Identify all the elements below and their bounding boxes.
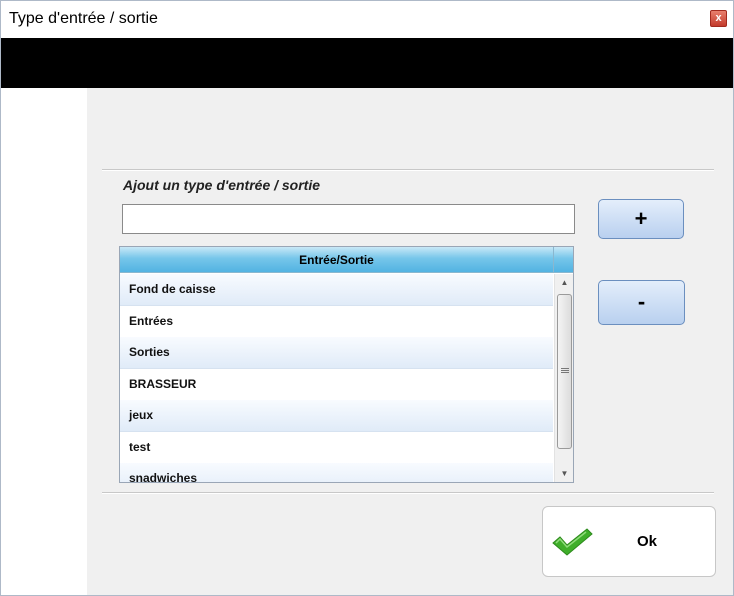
ok-button-label: Ok <box>637 533 658 550</box>
table-row[interactable]: Fond de caisse <box>120 274 553 306</box>
type-name-input[interactable] <box>122 204 575 234</box>
table-row[interactable]: test <box>120 432 553 463</box>
checkmark-icon <box>552 528 593 556</box>
window-title: Type d'entrée / sortie <box>9 10 158 27</box>
table-row[interactable]: Entrées <box>120 306 553 337</box>
table-row[interactable]: BRASSEUR <box>120 369 553 400</box>
header-divider <box>553 247 554 273</box>
table-row[interactable]: snadwiches <box>120 463 553 482</box>
bottom-divider <box>102 492 714 494</box>
vertical-scrollbar[interactable]: ▲ ▼ <box>554 274 573 482</box>
close-button[interactable]: x <box>710 10 727 27</box>
close-icon: x <box>715 12 722 24</box>
left-panel <box>1 88 87 595</box>
scroll-up-arrow-icon[interactable]: ▲ <box>555 274 573 291</box>
add-button[interactable]: + <box>598 199 684 239</box>
top-divider <box>102 169 714 171</box>
ok-button[interactable]: Ok <box>542 506 716 577</box>
column-header-entree-sortie[interactable]: Entrée/Sortie <box>120 253 553 267</box>
scrollbar-thumb[interactable] <box>557 294 572 449</box>
entry-type-table: Entrée/Sortie Fond de caisse Entrées Sor… <box>119 246 574 483</box>
dialog-window: Type d'entrée / sortie x Ajout un type d… <box>0 0 734 596</box>
remove-button[interactable]: - <box>598 280 685 325</box>
table-rows: Fond de caisse Entrées Sorties BRASSEUR … <box>120 274 553 482</box>
table-header: Entrée/Sortie <box>120 247 573 273</box>
scrollbar-grip-icon <box>561 368 569 369</box>
add-type-label: Ajout un type d'entrée / sortie <box>123 177 321 193</box>
scroll-down-arrow-icon[interactable]: ▼ <box>555 465 573 482</box>
title-bar[interactable]: Type d'entrée / sortie x <box>1 1 733 38</box>
header-band <box>1 38 733 88</box>
table-row[interactable]: Sorties <box>120 337 553 369</box>
table-row[interactable]: jeux <box>120 400 553 432</box>
